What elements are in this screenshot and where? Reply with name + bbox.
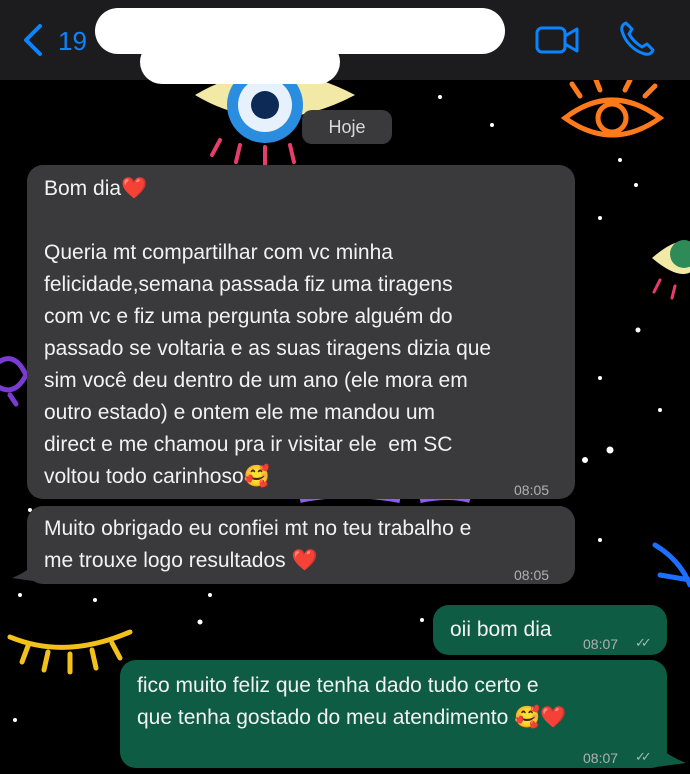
message-time: 08:07 <box>583 750 619 766</box>
phone-call-icon[interactable] <box>618 20 656 58</box>
message-text: fico muito feliz que tenha dado tudo cer… <box>137 674 567 729</box>
incoming-message[interactable]: Muito obrigado eu confiei mt no teu trab… <box>27 506 575 584</box>
message-text: Bom dia❤️ Queria mt compartilhar com vc … <box>44 177 492 488</box>
incoming-message[interactable]: Bom dia❤️ Queria mt compartilhar com vc … <box>27 165 575 499</box>
chat-header: 19 <box>0 0 690 84</box>
message-time: 08:05 <box>514 567 550 583</box>
message-text: oii bom dia <box>450 618 552 641</box>
double-check-icon: ✓✓ <box>635 635 652 650</box>
outgoing-message[interactable]: fico muito feliz que tenha dado tudo cer… <box>120 660 667 768</box>
date-separator: Hoje <box>302 110 392 144</box>
redaction-mark <box>140 40 340 84</box>
double-check-icon: ✓✓ <box>635 749 652 764</box>
contact-name[interactable]: 19 <box>58 26 87 57</box>
back-chevron-icon[interactable] <box>18 22 48 58</box>
video-call-icon[interactable] <box>534 24 580 56</box>
message-text: Muito obrigado eu confiei mt no teu trab… <box>44 517 472 572</box>
message-time: 08:07 <box>583 636 619 652</box>
message-time: 08:05 <box>514 482 550 498</box>
outgoing-message[interactable]: oii bom dia 08:07 ✓✓ <box>433 605 667 655</box>
